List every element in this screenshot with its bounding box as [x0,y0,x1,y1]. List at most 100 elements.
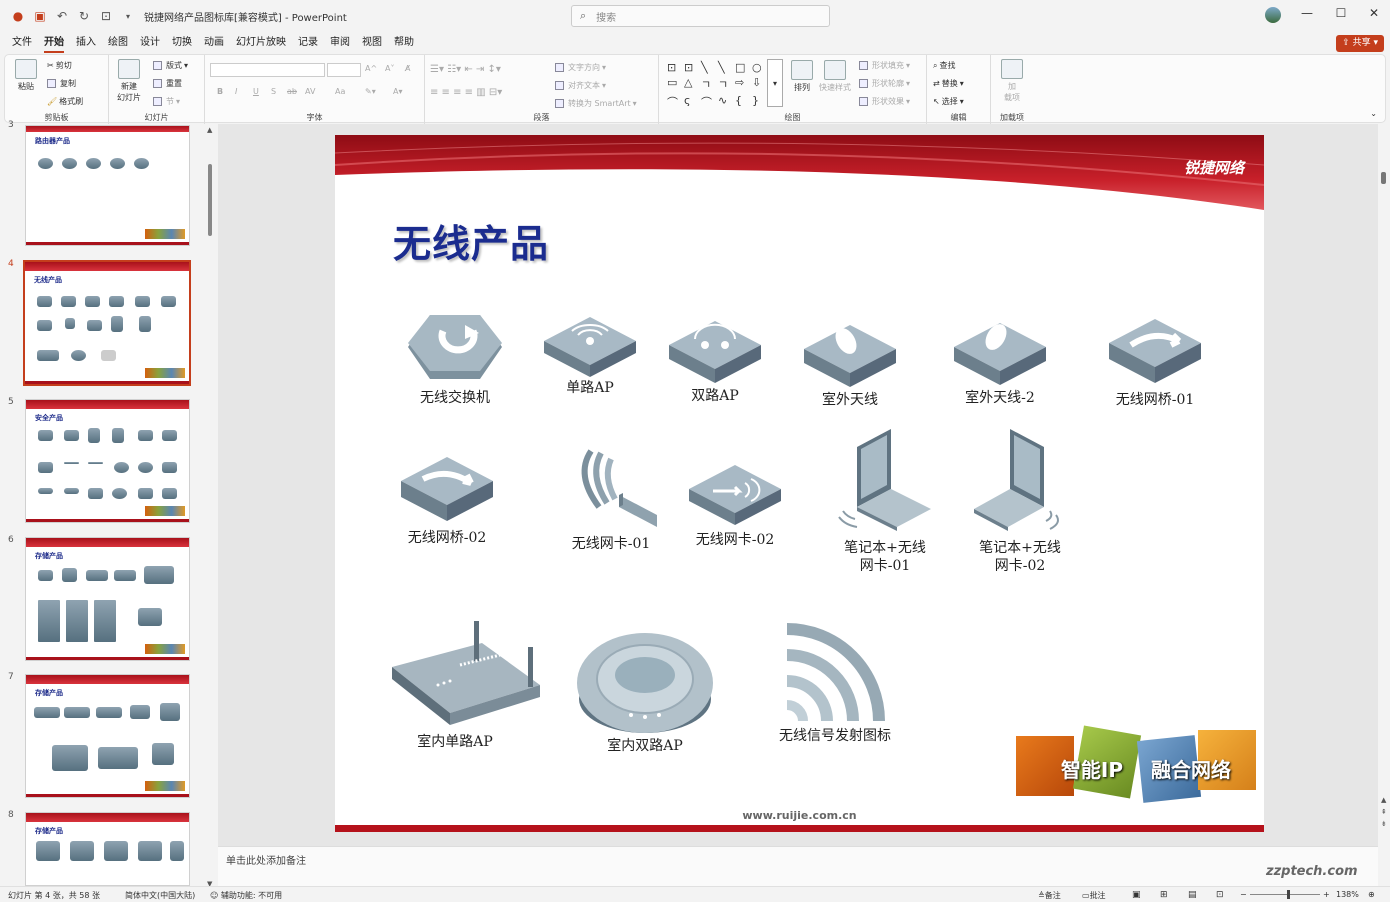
clear-format-icon[interactable]: A̸ [405,64,410,73]
cut-button[interactable]: ✂ 剪切 [47,60,72,71]
slide-scrollbar[interactable]: ▲ ⇞ ⇟ [1379,124,1390,846]
tab-help[interactable]: 帮助 [388,32,420,54]
save-icon[interactable]: ▣ [30,6,50,26]
fit-to-window-icon[interactable]: ⊕ [1368,890,1375,899]
find-button[interactable]: ⌕ 查找 [933,60,955,71]
shape-effects-button[interactable]: 形状效果 ▾ [859,96,910,107]
tab-draw[interactable]: 绘图 [102,32,134,54]
tab-home[interactable]: 开始 [38,32,70,54]
grow-font-button[interactable]: A^ [365,64,377,73]
italic-button[interactable]: I [235,87,237,96]
align-text-button[interactable]: 对齐文本 ▾ [555,80,606,91]
reset-button[interactable]: 重置 [153,78,182,89]
accessibility-status[interactable]: ☺ 辅助功能: 不可用 [210,890,282,901]
tab-insert[interactable]: 插入 [70,32,102,54]
addins-button[interactable]: 加 载项 [1001,59,1023,103]
format-painter-button[interactable]: 🖌 格式刷 [47,96,83,107]
normal-view-icon[interactable]: ▣ [1132,890,1141,900]
tab-design[interactable]: 设计 [134,32,166,54]
slide-thumbnail-6[interactable]: 存储产品 [25,537,190,661]
redo-icon[interactable]: ↻ [74,6,94,26]
zoom-out-icon[interactable]: − [1240,890,1247,899]
product-indoor-dual-ap[interactable]: 室内双路AP [575,629,715,755]
comments-button[interactable]: ▭批注 [1082,890,1106,901]
font-color-icon[interactable]: A▾ [393,87,403,96]
arrange-button[interactable]: 排列 [791,60,813,93]
notes-button[interactable]: ≜备注 [1038,890,1061,901]
new-slide-button[interactable]: 新建 幻灯片 [117,59,141,103]
change-case-button[interactable]: Aa [335,87,345,96]
product-outdoor-antenna-2[interactable]: 室外天线-2 [940,313,1060,407]
notes-pane[interactable]: 单击此处添加备注 [218,846,1378,886]
product-dual-ap[interactable]: 双路AP [655,317,775,405]
product-outdoor-antenna[interactable]: 室外天线 [790,315,910,409]
copy-button[interactable]: 复制 [47,78,76,89]
product-indoor-single-ap[interactable]: 室内单路AP [390,621,540,751]
tab-file[interactable]: 文件 [6,32,38,54]
product-wireless-bridge-02[interactable]: 无线网桥-02 [387,453,507,547]
product-wireless-bridge-01[interactable]: 无线网桥-01 [1095,315,1215,409]
select-button[interactable]: ↖ 选择 ▾ [933,96,964,107]
slide-thumbnail-4[interactable]: 无线产品 [23,260,191,386]
align-buttons-icon[interactable]: ≡ ≡ ≡ ≡ ▥ ⊟▾ [430,87,502,98]
shape-outline-button[interactable]: 形状轮廓 ▾ [859,78,910,89]
customize-icon[interactable]: ▾ [118,6,138,26]
smartart-button[interactable]: 转换为 SmartArt ▾ [555,98,637,109]
shapes-more-button[interactable]: ▾ [767,59,783,107]
shadow-button[interactable]: S [271,87,276,96]
char-spacing-button[interactable]: AV [305,87,315,96]
tab-transitions[interactable]: 切换 [166,32,198,54]
slide-title[interactable]: 无线产品 [393,213,549,268]
undo-icon[interactable]: ↶ [52,6,72,26]
tab-animations[interactable]: 动画 [198,32,230,54]
tab-view[interactable]: 视图 [356,32,388,54]
language-indicator[interactable]: 简体中文(中国大陆) [125,890,195,901]
slide-thumbnail-3[interactable]: 路由器产品 [25,125,190,246]
underline-button[interactable]: U [253,87,259,96]
highlight-color-icon[interactable]: ✎▾ [365,87,376,96]
current-slide[interactable]: 锐捷网络 无线产品 无线交换机 单路AP 双路AP 室外天线 室外天线-2 无线… [335,135,1264,832]
quick-styles-button[interactable]: 快速样式 [819,60,851,93]
avatar[interactable] [1265,7,1281,23]
slide-thumbnail-7[interactable]: 存储产品 [25,674,190,798]
shape-fill-button[interactable]: 形状填充 ▾ [859,60,910,71]
search-input[interactable]: ⌕ 搜索 [571,5,830,27]
product-wireless-nic-02[interactable]: 无线网卡-02 [675,461,795,549]
product-wireless-switch[interactable]: 无线交换机 [395,313,515,407]
minimize-button[interactable]: — [1296,6,1318,26]
present-icon[interactable]: ⊡ [96,6,116,26]
product-laptop-wireless-02[interactable]: 笔记本+无线 网卡-02 [960,427,1080,575]
layout-button[interactable]: 版式 ▾ [153,60,188,71]
zoom-level[interactable]: 138% [1336,890,1359,899]
bullets-icon[interactable]: ☰▾ ☷▾ ⇤ ⇥ ↕▾ [430,64,501,75]
tab-review[interactable]: 审阅 [324,32,356,54]
bold-button[interactable]: B [217,87,223,96]
product-single-ap[interactable]: 单路AP [530,315,650,397]
tab-slideshow[interactable]: 幻灯片放映 [230,32,292,54]
product-laptop-wireless-01[interactable]: 笔记本+无线 网卡-01 [825,427,945,575]
slideshow-icon[interactable]: ⊡ [1216,890,1224,900]
slide-thumbnail-8[interactable]: 存储产品 [25,812,190,886]
slide-sorter-icon[interactable]: ⊞ [1160,890,1168,900]
font-family-select[interactable] [210,63,325,77]
tab-record[interactable]: 记录 [292,32,324,54]
paste-button[interactable]: 粘贴 [15,59,37,92]
section-button[interactable]: 节 ▾ [153,96,180,107]
thumbnail-scrollbar[interactable]: ▲ ▼ [206,126,214,888]
zoom-slider[interactable] [1250,890,1320,899]
collapse-ribbon-icon[interactable]: ⌄ [1370,109,1377,118]
shrink-font-button[interactable]: A˅ [385,64,394,73]
product-wireless-nic-01[interactable]: 无线网卡-01 [551,445,671,553]
close-button[interactable]: ✕ [1363,6,1385,26]
share-button[interactable]: ⇪ 共享 ▾ [1336,35,1384,52]
strikethrough-button[interactable]: ab [287,87,297,96]
shapes-gallery[interactable]: ⊡ ⊡ ╲ ╲ □ ○ ▭ △ ㄱㄱ ⇨ ⇩ ⌒ ς ⌒ ∿{} [667,61,768,110]
font-size-select[interactable] [327,63,361,77]
zoom-in-icon[interactable]: + [1323,890,1330,899]
replace-button[interactable]: ⇄ 替换 ▾ [933,78,964,89]
reading-view-icon[interactable]: ▤ [1188,890,1197,900]
product-wireless-signal[interactable]: 无线信号发射图标 [765,621,905,745]
restore-button[interactable]: ☐ [1330,6,1352,26]
slide-thumbnail-5[interactable]: 安全产品 [25,399,190,523]
text-direction-button[interactable]: 文字方向 ▾ [555,62,606,73]
